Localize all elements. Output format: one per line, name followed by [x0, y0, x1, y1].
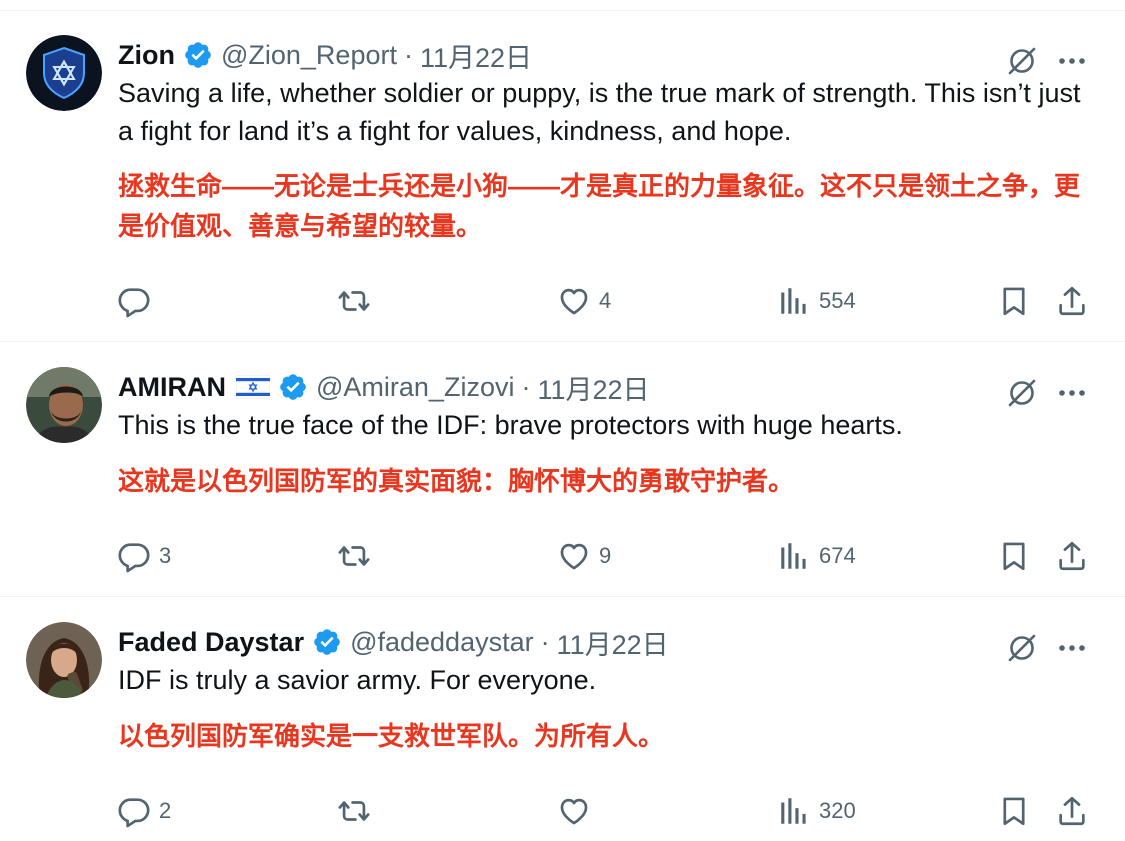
heart-icon: [560, 798, 588, 825]
like-count: 9: [599, 543, 612, 568]
display-name[interactable]: Faded Daystar: [118, 627, 304, 658]
user-handle[interactable]: @Zion_Report: [221, 40, 397, 71]
tweet-translation: 以色列国防军确实是一支救世军队。为所有人。: [118, 721, 665, 751]
reply-icon: [118, 288, 150, 318]
bookmark-button[interactable]: [997, 281, 1031, 321]
share-icon: [1059, 541, 1085, 571]
view-count: 554: [819, 288, 856, 313]
tweet-actions: 2 320: [0, 791, 1125, 831]
retweet-icon: [338, 546, 370, 566]
israel-flag-icon: [236, 375, 270, 399]
share-button[interactable]: [1055, 281, 1089, 321]
share-icon: [1059, 796, 1085, 826]
reply-button[interactable]: 3: [117, 536, 171, 576]
retweet-button[interactable]: [337, 536, 371, 576]
tweet-text: This is the true face of the IDF: brave …: [118, 410, 903, 440]
bookmark-icon: [1003, 287, 1025, 316]
reply-count: 3: [159, 543, 172, 568]
tweet-header: Faded Daystar @fadeddaystar · 11月22日: [118, 622, 669, 662]
tweet-text: Saving a life, whether soldier or puppy,…: [118, 78, 1081, 146]
separator-dot: ·: [521, 371, 531, 402]
heart-icon: [560, 288, 588, 315]
shield-star-avatar: [26, 35, 102, 111]
avatar[interactable]: [26, 622, 102, 698]
woman-portrait-avatar: [26, 622, 102, 698]
like-button[interactable]: 9: [557, 536, 611, 576]
tweet-actions: 3 9 674: [0, 536, 1125, 576]
tweet-translation: 拯救生命——无论是士兵还是小狗——才是真正的力量象征。这不只是领土之争，更是价值…: [118, 171, 1081, 241]
verified-badge-icon: [278, 372, 308, 402]
separator-dot: ·: [540, 626, 550, 657]
avatar[interactable]: [26, 367, 102, 443]
views-icon: [781, 798, 806, 824]
tweet[interactable]: Faded Daystar @fadeddaystar · 11月22日 IDF…: [0, 598, 1125, 841]
man-portrait-avatar: [26, 367, 102, 443]
bookmark-button[interactable]: [997, 791, 1031, 831]
view-count: 674: [819, 543, 856, 568]
tweet[interactable]: Zion @Zion_Report · 11月22日 Saving a life…: [0, 11, 1125, 342]
verified-badge-icon: [312, 627, 342, 657]
tweet-text: IDF is truly a savior army. For everyone…: [118, 665, 597, 695]
reply-button[interactable]: 2: [117, 791, 171, 831]
like-count: 4: [599, 288, 612, 313]
timestamp[interactable]: 11月22日: [537, 368, 649, 407]
tweet-actions: 4 554: [0, 281, 1125, 321]
reply-icon: [118, 543, 150, 573]
user-handle[interactable]: @fadeddaystar: [350, 627, 534, 658]
tweet-header: Zion @Zion_Report · 11月22日: [118, 35, 532, 75]
verified-badge-icon: [183, 40, 213, 70]
display-name[interactable]: Zion: [118, 40, 175, 71]
view-count: 320: [819, 798, 856, 823]
tweet-header: AMIRAN @Amiran_Zizovi · 11月22日: [118, 367, 650, 407]
bookmark-button[interactable]: [997, 536, 1031, 576]
views-button[interactable]: 320: [777, 791, 856, 831]
avatar[interactable]: [26, 35, 102, 111]
tweet-translation: 这就是以色列国防军的真实面貌：胸怀博大的勇敢守护者。: [118, 466, 795, 496]
retweet-button[interactable]: [337, 791, 371, 831]
display-name[interactable]: AMIRAN: [118, 372, 226, 403]
reply-count: 2: [159, 798, 172, 823]
user-handle[interactable]: @Amiran_Zizovi: [316, 372, 514, 403]
retweet-icon: [338, 801, 370, 821]
like-button[interactable]: 4: [557, 281, 611, 321]
timestamp[interactable]: 11月22日: [420, 36, 532, 75]
share-button[interactable]: [1055, 791, 1089, 831]
views-button[interactable]: 554: [777, 281, 856, 321]
bookmark-icon: [1003, 542, 1025, 571]
heart-icon: [560, 543, 588, 570]
tweet-feed: Zion @Zion_Report · 11月22日 Saving a life…: [0, 0, 1125, 841]
share-button[interactable]: [1055, 536, 1089, 576]
retweet-button[interactable]: [337, 281, 371, 321]
timestamp[interactable]: 11月22日: [557, 623, 669, 662]
tweet[interactable]: AMIRAN @Amiran_Zizovi · 11月22日 This is t…: [0, 343, 1125, 597]
share-icon: [1059, 286, 1085, 316]
separator-dot: ·: [403, 39, 413, 70]
like-button[interactable]: [557, 791, 599, 831]
bookmark-icon: [1003, 797, 1025, 826]
views-icon: [781, 288, 806, 314]
reply-icon: [118, 798, 150, 828]
reply-button[interactable]: [117, 281, 159, 321]
views-icon: [781, 543, 806, 569]
retweet-icon: [338, 291, 370, 311]
views-button[interactable]: 674: [777, 536, 856, 576]
